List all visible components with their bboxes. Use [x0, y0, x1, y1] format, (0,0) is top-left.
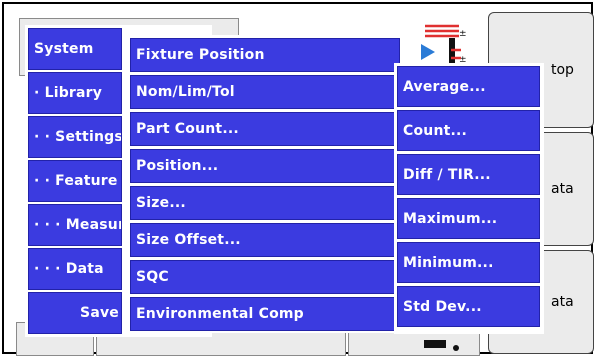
menu2-item-label: Part Count...	[136, 121, 239, 137]
menu3-item-std-dev[interactable]: Std Dev...	[397, 286, 540, 327]
probe-icon	[424, 340, 459, 351]
menu2-item-environmental-comp[interactable]: Environmental Comp	[130, 297, 400, 331]
menu3-item-label: Count...	[403, 122, 468, 139]
menu3-item-average[interactable]: Average...	[397, 66, 540, 107]
right-button-1-label: top	[551, 62, 574, 78]
menu2-item-size-offset[interactable]: Size Offset...	[130, 223, 400, 257]
menu1-item-label: · Library	[34, 85, 103, 101]
menu3-item-diff-tir[interactable]: Diff / TIR...	[397, 154, 540, 195]
menu-level-2: Fixture Position Nom/Lim/Tol Part Count.…	[127, 35, 403, 333]
menu1-item-label: Save	[80, 305, 119, 321]
menu1-item-system[interactable]: System	[28, 28, 122, 70]
menu1-item-library[interactable]: · Library	[28, 72, 122, 114]
menu2-item-label: Position...	[136, 158, 219, 174]
menu2-item-label: SQC	[136, 269, 169, 285]
menu3-item-label: Maximum...	[403, 210, 498, 227]
menu1-item-measurement[interactable]: · · · Measurem	[28, 204, 122, 246]
menu1-item-label: · · · Data	[34, 261, 104, 277]
menu1-item-label: System	[34, 41, 94, 57]
menu1-item-feature[interactable]: · · Feature	[28, 160, 122, 202]
menu3-item-label: Diff / TIR...	[403, 166, 491, 183]
menu2-item-part-count[interactable]: Part Count...	[130, 112, 400, 146]
menu1-item-label: · · Settings	[34, 129, 122, 145]
menu2-item-label: Size...	[136, 195, 186, 211]
menu2-item-label: Size Offset...	[136, 232, 241, 248]
menu2-item-label: Fixture Position	[136, 47, 265, 63]
menu3-item-label: Std Dev...	[403, 298, 482, 315]
menu3-item-label: Average...	[403, 78, 486, 95]
menu2-item-label: Nom/Lim/Tol	[136, 84, 235, 100]
screen-frame: top ata ata ± ± System · Library · · Set…	[2, 2, 594, 356]
menu3-item-count[interactable]: Count...	[397, 110, 540, 151]
menu3-item-maximum[interactable]: Maximum...	[397, 198, 540, 239]
menu2-item-position[interactable]: Position...	[130, 149, 400, 183]
right-button-2-label: ata	[551, 181, 574, 197]
menu2-item-nom-lim-tol[interactable]: Nom/Lim/Tol	[130, 75, 400, 109]
menu1-item-settings[interactable]: · · Settings	[28, 116, 122, 158]
menu2-item-size[interactable]: Size...	[130, 186, 400, 220]
menu1-item-label: · · Feature	[34, 173, 118, 189]
menu1-item-save[interactable]: Save	[28, 292, 122, 334]
menu-level-3: Average... Count... Diff / TIR... Maximu…	[394, 63, 544, 334]
menu2-item-sqc[interactable]: SQC	[130, 260, 400, 294]
menu2-item-label: Environmental Comp	[136, 306, 304, 322]
menu2-item-fixture-position[interactable]: Fixture Position	[130, 38, 400, 72]
menu3-item-label: Minimum...	[403, 254, 494, 271]
menu1-item-label: · · · Measurem	[34, 217, 121, 233]
right-button-3-label: ata	[551, 294, 574, 310]
menu3-item-minimum[interactable]: Minimum...	[397, 242, 540, 283]
menu1-item-data[interactable]: · · · Data	[28, 248, 122, 290]
svg-text:±: ±	[459, 29, 467, 39]
